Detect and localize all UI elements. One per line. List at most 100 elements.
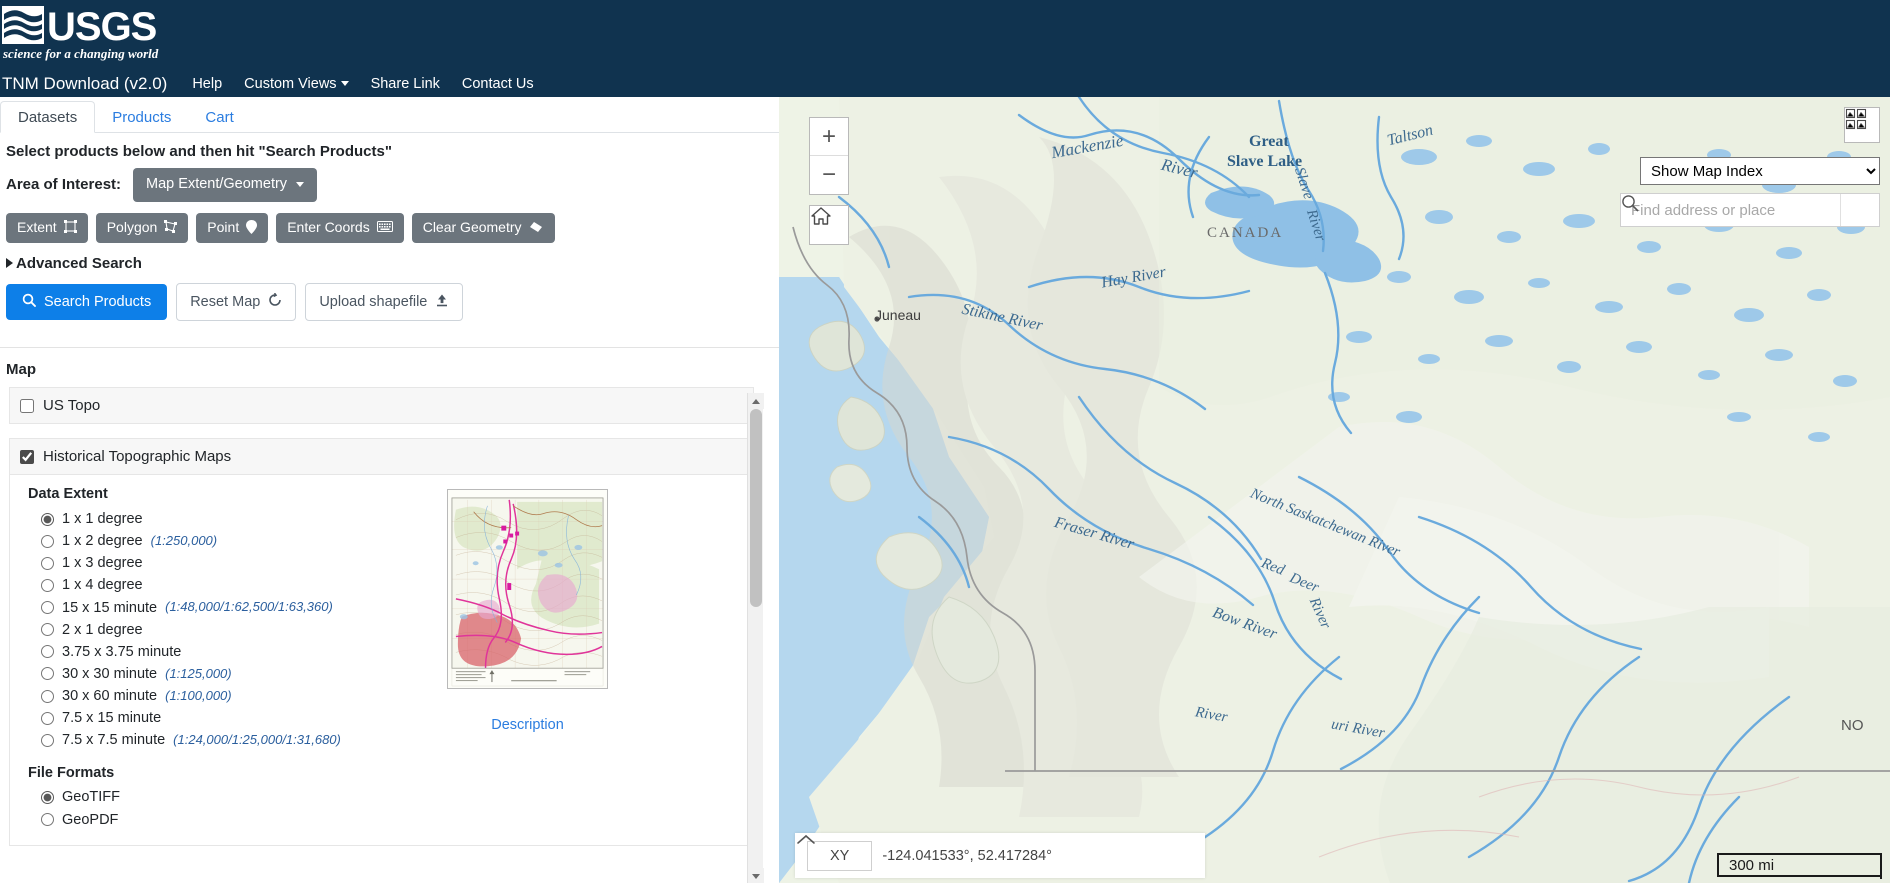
extent-button[interactable]: Extent (6, 213, 88, 242)
zoom-in-button[interactable]: + (810, 118, 848, 156)
datasets-scrollbar[interactable] (747, 393, 763, 883)
clear-geometry-button-label: Clear Geometry (423, 220, 522, 235)
file-format-option-geotiff[interactable]: GeoTIFF (41, 786, 743, 808)
extent-scale-75x75: (1:24,000/1:25,000/1:31,680) (173, 732, 341, 748)
file-format-label-geotiff: GeoTIFF (62, 788, 120, 806)
clear-geometry-button[interactable]: Clear Geometry (412, 213, 555, 242)
point-button-label: Point (207, 220, 239, 235)
historical-topo-header[interactable]: Historical Topographic Maps (10, 439, 753, 475)
map-extent-geometry-dropdown[interactable]: Map Extent/Geometry (133, 168, 317, 202)
polygon-icon (164, 220, 177, 235)
us-topo-checkbox[interactable] (20, 399, 34, 413)
enter-coords-button[interactable]: Enter Coords (276, 213, 403, 242)
point-button[interactable]: Point (196, 213, 268, 243)
zoom-out-button[interactable]: − (810, 156, 848, 194)
file-format-radio-geopdf[interactable] (41, 813, 54, 826)
geometry-tools-row: Extent Polygon Point Enter Coords (0, 208, 779, 243)
tab-cart[interactable]: Cart (188, 102, 250, 132)
area-of-interest-row: Area of Interest: Map Extent/Geometry (0, 168, 779, 208)
tab-products[interactable]: Products (95, 102, 188, 132)
instruction-text: Select products below and then hit "Sear… (0, 133, 779, 168)
extent-radio-75x75[interactable] (41, 734, 54, 747)
enter-coords-button-label: Enter Coords (287, 220, 369, 235)
extent-radio-75x15[interactable] (41, 712, 54, 725)
advanced-search-label: Advanced Search (16, 255, 142, 272)
basemap-gallery-button[interactable] (1844, 107, 1880, 143)
file-format-label-geopdf: GeoPDF (62, 811, 118, 829)
advanced-search-toggle[interactable]: Advanced Search (0, 243, 779, 280)
extent-option-1x1[interactable]: 1 x 1 degree (41, 508, 743, 530)
chevron-down-icon (296, 182, 304, 187)
file-format-option-geopdf[interactable]: GeoPDF (41, 809, 743, 831)
extent-radio-30x30[interactable] (41, 667, 54, 680)
extent-option-1x4[interactable]: 1 x 4 degree (41, 574, 743, 596)
extent-option-375x375[interactable]: 3.75 x 3.75 minute (41, 641, 743, 663)
historical-topo-label: Historical Topographic Maps (43, 448, 231, 465)
extent-radio-2x1[interactable] (41, 623, 54, 636)
data-extent-title: Data Extent (28, 486, 743, 502)
map-search-input[interactable] (1621, 194, 1840, 226)
extent-option-1x3[interactable]: 1 x 3 degree (41, 552, 743, 574)
map-search-button[interactable] (1840, 194, 1879, 226)
scrollbar-thumb[interactable] (750, 409, 762, 607)
reset-map-button[interactable]: Reset Map (176, 283, 296, 321)
card-spacer (0, 424, 763, 438)
map-index-select[interactable]: Show Map Index Hide Map Index (1640, 157, 1880, 185)
description-link[interactable]: Description (447, 717, 608, 733)
nav-share-link-label: Share Link (371, 76, 440, 92)
extent-scale-1x2: (1:250,000) (151, 533, 218, 549)
extent-radio-1x2[interactable] (41, 535, 54, 548)
map-view[interactable]: Mackenzie River Great Slave Lake Taltson… (779, 97, 1890, 883)
usgs-logo[interactable]: USGS science for a changing world (0, 2, 175, 64)
panel-tabs: Datasets Products Cart (0, 97, 779, 133)
extent-option-30x30[interactable]: 30 x 30 minute(1:125,000) (41, 663, 743, 685)
file-format-radio-geotiff[interactable] (41, 791, 54, 804)
upload-shapefile-button[interactable]: Upload shapefile (305, 283, 463, 321)
keyboard-icon (377, 221, 393, 234)
nav-help-label: Help (192, 76, 222, 92)
map-extent-geometry-label: Map Extent/Geometry (146, 177, 287, 193)
extent-option-75x15[interactable]: 7.5 x 15 minute (41, 707, 743, 729)
dataset-card-historical-topo: Historical Topographic Maps Data Extent … (9, 438, 754, 846)
reset-map-label: Reset Map (190, 294, 260, 310)
scrollbar-down-button[interactable] (748, 868, 764, 883)
extent-radio-1x3[interactable] (41, 557, 54, 570)
extent-label-2x1: 2 x 1 degree (62, 621, 143, 639)
extent-radio-30x60[interactable] (41, 690, 54, 703)
extent-radio-1x4[interactable] (41, 579, 54, 592)
extent-option-75x75[interactable]: 7.5 x 7.5 minute (1:24,000/1:25,000/1:31,… (41, 729, 743, 751)
extent-scale-30x30: (1:125,000) (165, 666, 232, 682)
extent-option-15x15[interactable]: 15 x 15 minute (1:48,000/1:62,500/1:63,36… (41, 597, 743, 619)
datasets-scroll-region: Map US Topo Historical Topographic Maps … (0, 347, 779, 883)
home-button[interactable] (809, 205, 849, 245)
chevron-down-icon (341, 81, 349, 86)
extent-radio-1x1[interactable] (41, 513, 54, 526)
historical-topo-body: Data Extent 1 x 1 degree 1 x 2 degree(1:… (10, 475, 753, 845)
extent-radio-375x375[interactable] (41, 645, 54, 658)
extent-scale-15x15: (1:48,000/1:62,500/1:63,360) (165, 599, 333, 615)
extent-label-75x75: 7.5 x 7.5 minute (62, 731, 165, 749)
chevron-right-icon (6, 258, 13, 268)
extent-option-30x60[interactable]: 30 x 60 minute(1:100,000) (41, 685, 743, 707)
extent-radio-15x15[interactable] (41, 601, 54, 614)
nav-share-link[interactable]: Share Link (360, 76, 451, 92)
app-navbar: TNM Download (v2.0) Help Custom Views Sh… (0, 70, 1890, 97)
tab-datasets[interactable]: Datasets (0, 101, 95, 133)
dataset-card-us-topo: US Topo (9, 387, 754, 424)
nav-contact-us[interactable]: Contact Us (451, 76, 545, 92)
refresh-icon (268, 293, 282, 311)
extent-label-30x60: 30 x 60 minute (62, 687, 157, 705)
us-topo-header[interactable]: US Topo (10, 388, 753, 423)
nav-help[interactable]: Help (181, 76, 233, 92)
polygon-button-label: Polygon (107, 220, 158, 235)
historical-topo-checkbox[interactable] (20, 450, 34, 464)
search-products-button[interactable]: Search Products (6, 284, 167, 320)
extent-label-1x4: 1 x 4 degree (62, 576, 143, 594)
extent-option-2x1[interactable]: 2 x 1 degree (41, 619, 743, 641)
extent-label-15x15: 15 x 15 minute (62, 599, 157, 617)
nav-custom-views[interactable]: Custom Views (233, 76, 359, 92)
scrollbar-up-button[interactable] (748, 393, 764, 409)
extent-label-1x3: 1 x 3 degree (62, 554, 143, 572)
extent-option-1x2[interactable]: 1 x 2 degree(1:250,000) (41, 530, 743, 552)
polygon-button[interactable]: Polygon (96, 213, 189, 242)
